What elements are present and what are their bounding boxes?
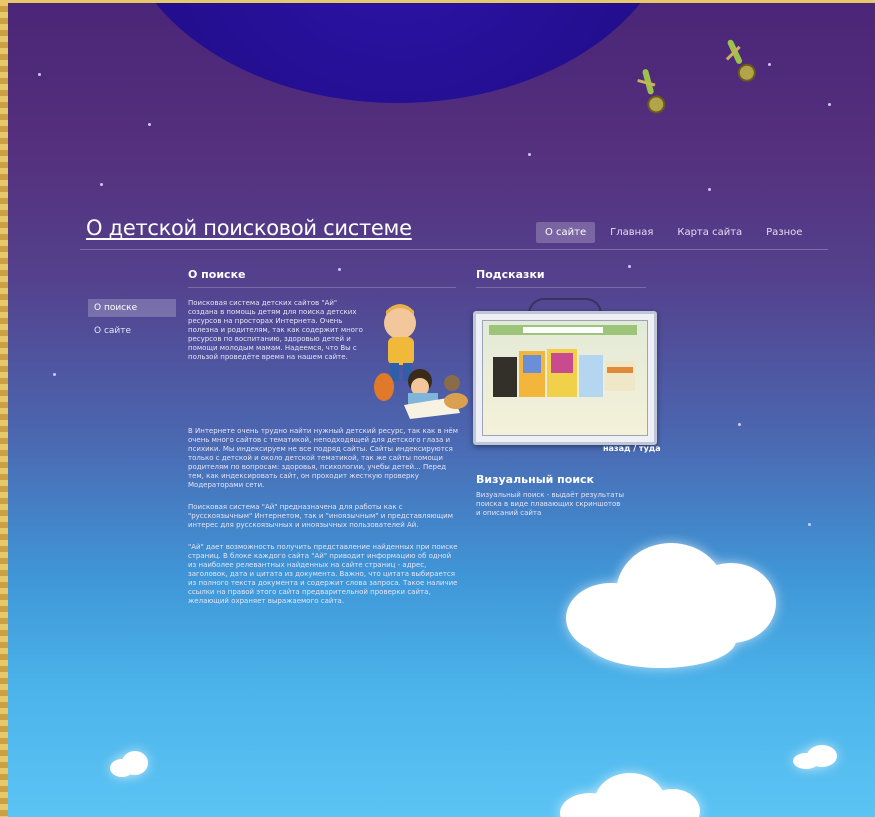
visual-search-heading: Визуальный поиск (476, 473, 595, 486)
sidebar: О поиске О сайте (88, 299, 176, 345)
top-navigation: О сайте Главная Карта сайта Разное (536, 222, 811, 243)
planet-shape (118, 3, 678, 103)
paragraph: В Интернете очень трудно найти нужный де… (188, 427, 458, 489)
screenshot-inner (482, 320, 648, 436)
star-icon (148, 123, 151, 126)
nav-item-about-site[interactable]: О сайте (536, 222, 596, 243)
screenshot-nav-caption[interactable]: назад / туда (603, 444, 661, 453)
star-icon (100, 183, 103, 186)
star-icon (768, 63, 771, 66)
main-text-block: Поисковая система детских сайтов "Ай" со… (188, 299, 366, 375)
star-icon (708, 188, 711, 191)
main-text-block: В Интернете очень трудно найти нужный де… (188, 427, 460, 619)
screenshot-preview[interactable] (473, 311, 657, 445)
paragraph: Поисковая система "Ай" предназначена для… (188, 503, 453, 529)
visual-search-text: Визуальный поиск - выдаёт результаты пои… (476, 491, 625, 517)
star-icon (338, 268, 341, 271)
star-icon (628, 265, 631, 268)
cloud-shape (556, 523, 776, 673)
paragraph: "Ай" дает возможность получить представл… (188, 543, 458, 605)
star-icon (53, 373, 56, 376)
hints-heading: Подсказки (476, 268, 545, 281)
decorative-frame-left (0, 0, 8, 817)
nav-item-misc[interactable]: Разное (757, 222, 811, 243)
screenshot-thumbnails (489, 325, 637, 397)
children-illustration (374, 304, 468, 419)
cloud-shape (793, 745, 843, 771)
sidebar-item-about-search[interactable]: О поиске (88, 299, 176, 317)
main-heading-rule (188, 287, 456, 288)
site-title[interactable]: О детской поисковой системе (86, 216, 412, 240)
star-icon (38, 73, 41, 76)
star-icon (828, 103, 831, 106)
header-divider (80, 249, 828, 250)
page-background: О детской поисковой системе О сайте Глав… (8, 3, 875, 817)
star-icon (528, 153, 531, 156)
nav-item-home[interactable]: Главная (601, 222, 662, 243)
cloud-shape (560, 773, 700, 817)
star-icon (808, 523, 811, 526)
cloud-shape (110, 751, 152, 779)
main-heading: О поиске (188, 268, 246, 281)
star-icon (738, 423, 741, 426)
hints-heading-rule (476, 287, 646, 288)
sidebar-item-about-site[interactable]: О сайте (88, 322, 176, 340)
nav-item-site-map[interactable]: Карта сайта (668, 222, 751, 243)
paragraph: Поисковая система детских сайтов "Ай" со… (188, 299, 363, 361)
